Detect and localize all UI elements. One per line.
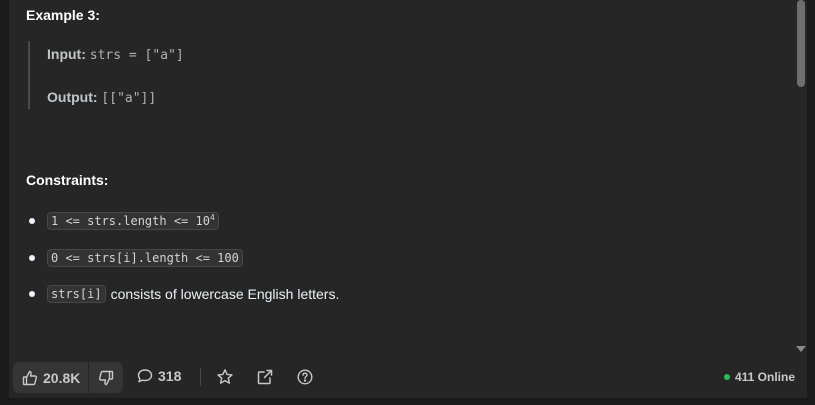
output-value: [["a"]] — [101, 91, 157, 106]
star-icon — [216, 368, 234, 386]
dislike-button[interactable] — [89, 362, 123, 393]
comments-button[interactable]: 318 — [137, 368, 181, 384]
bottom-toolbar: 20.8K 318 411 Online — [9, 356, 807, 398]
online-dot — [723, 374, 730, 380]
thumbs-down-icon — [98, 370, 114, 386]
constraint-code: 1 <= strs.length <= 104 — [47, 212, 219, 230]
constraint-code: strs[i] — [47, 285, 106, 303]
favorite-button[interactable] — [215, 367, 235, 387]
description-panel: Example 3: Input: strs = ["a"] Output: [… — [9, 0, 807, 356]
comment-count: 318 — [158, 368, 182, 384]
online-status: 411 Online — [723, 370, 795, 384]
like-button[interactable]: 20.8K — [13, 362, 90, 393]
example-title: Example 3: — [26, 7, 100, 23]
comment-icon — [137, 368, 153, 384]
constraint-text: consists of lowercase English letters. — [110, 286, 340, 302]
toolbar-divider — [200, 368, 201, 386]
exponent: 4 — [209, 213, 215, 222]
share-icon — [256, 368, 274, 386]
constraints-title: Constraints: — [26, 172, 109, 188]
online-text: 411 Online — [734, 370, 795, 384]
vote-group: 20.8K — [13, 362, 123, 393]
input-label: Input: — [47, 46, 86, 62]
constraint-code: 0 <= strs[i].length <= 100 — [47, 249, 243, 267]
help-button[interactable] — [295, 367, 315, 387]
share-button[interactable] — [255, 367, 275, 387]
constraint-item: strs[i] consists of lowercase English le… — [26, 283, 339, 305]
constraint-item: 0 <= strs[i].length <= 100 — [26, 247, 248, 269]
bullet — [29, 291, 35, 297]
thumbs-up-icon — [22, 370, 38, 386]
scroll-down-arrow-icon[interactable] — [796, 346, 806, 352]
scrollbar[interactable] — [794, 0, 807, 356]
example-output: Output: [["a"]] — [47, 89, 156, 106]
example-input: Input: strs = ["a"] — [47, 46, 184, 63]
bullet — [29, 218, 35, 224]
bullet — [29, 255, 35, 261]
example-block: Input: strs = ["a"] Output: [["a"]] — [28, 41, 430, 109]
like-count: 20.8K — [43, 369, 81, 386]
help-icon — [296, 368, 314, 386]
constraint-item: 1 <= strs.length <= 104 — [26, 210, 224, 232]
output-label: Output: — [47, 89, 98, 105]
input-value: strs = ["a"] — [89, 48, 184, 63]
scrollbar-thumb[interactable] — [797, 0, 805, 87]
